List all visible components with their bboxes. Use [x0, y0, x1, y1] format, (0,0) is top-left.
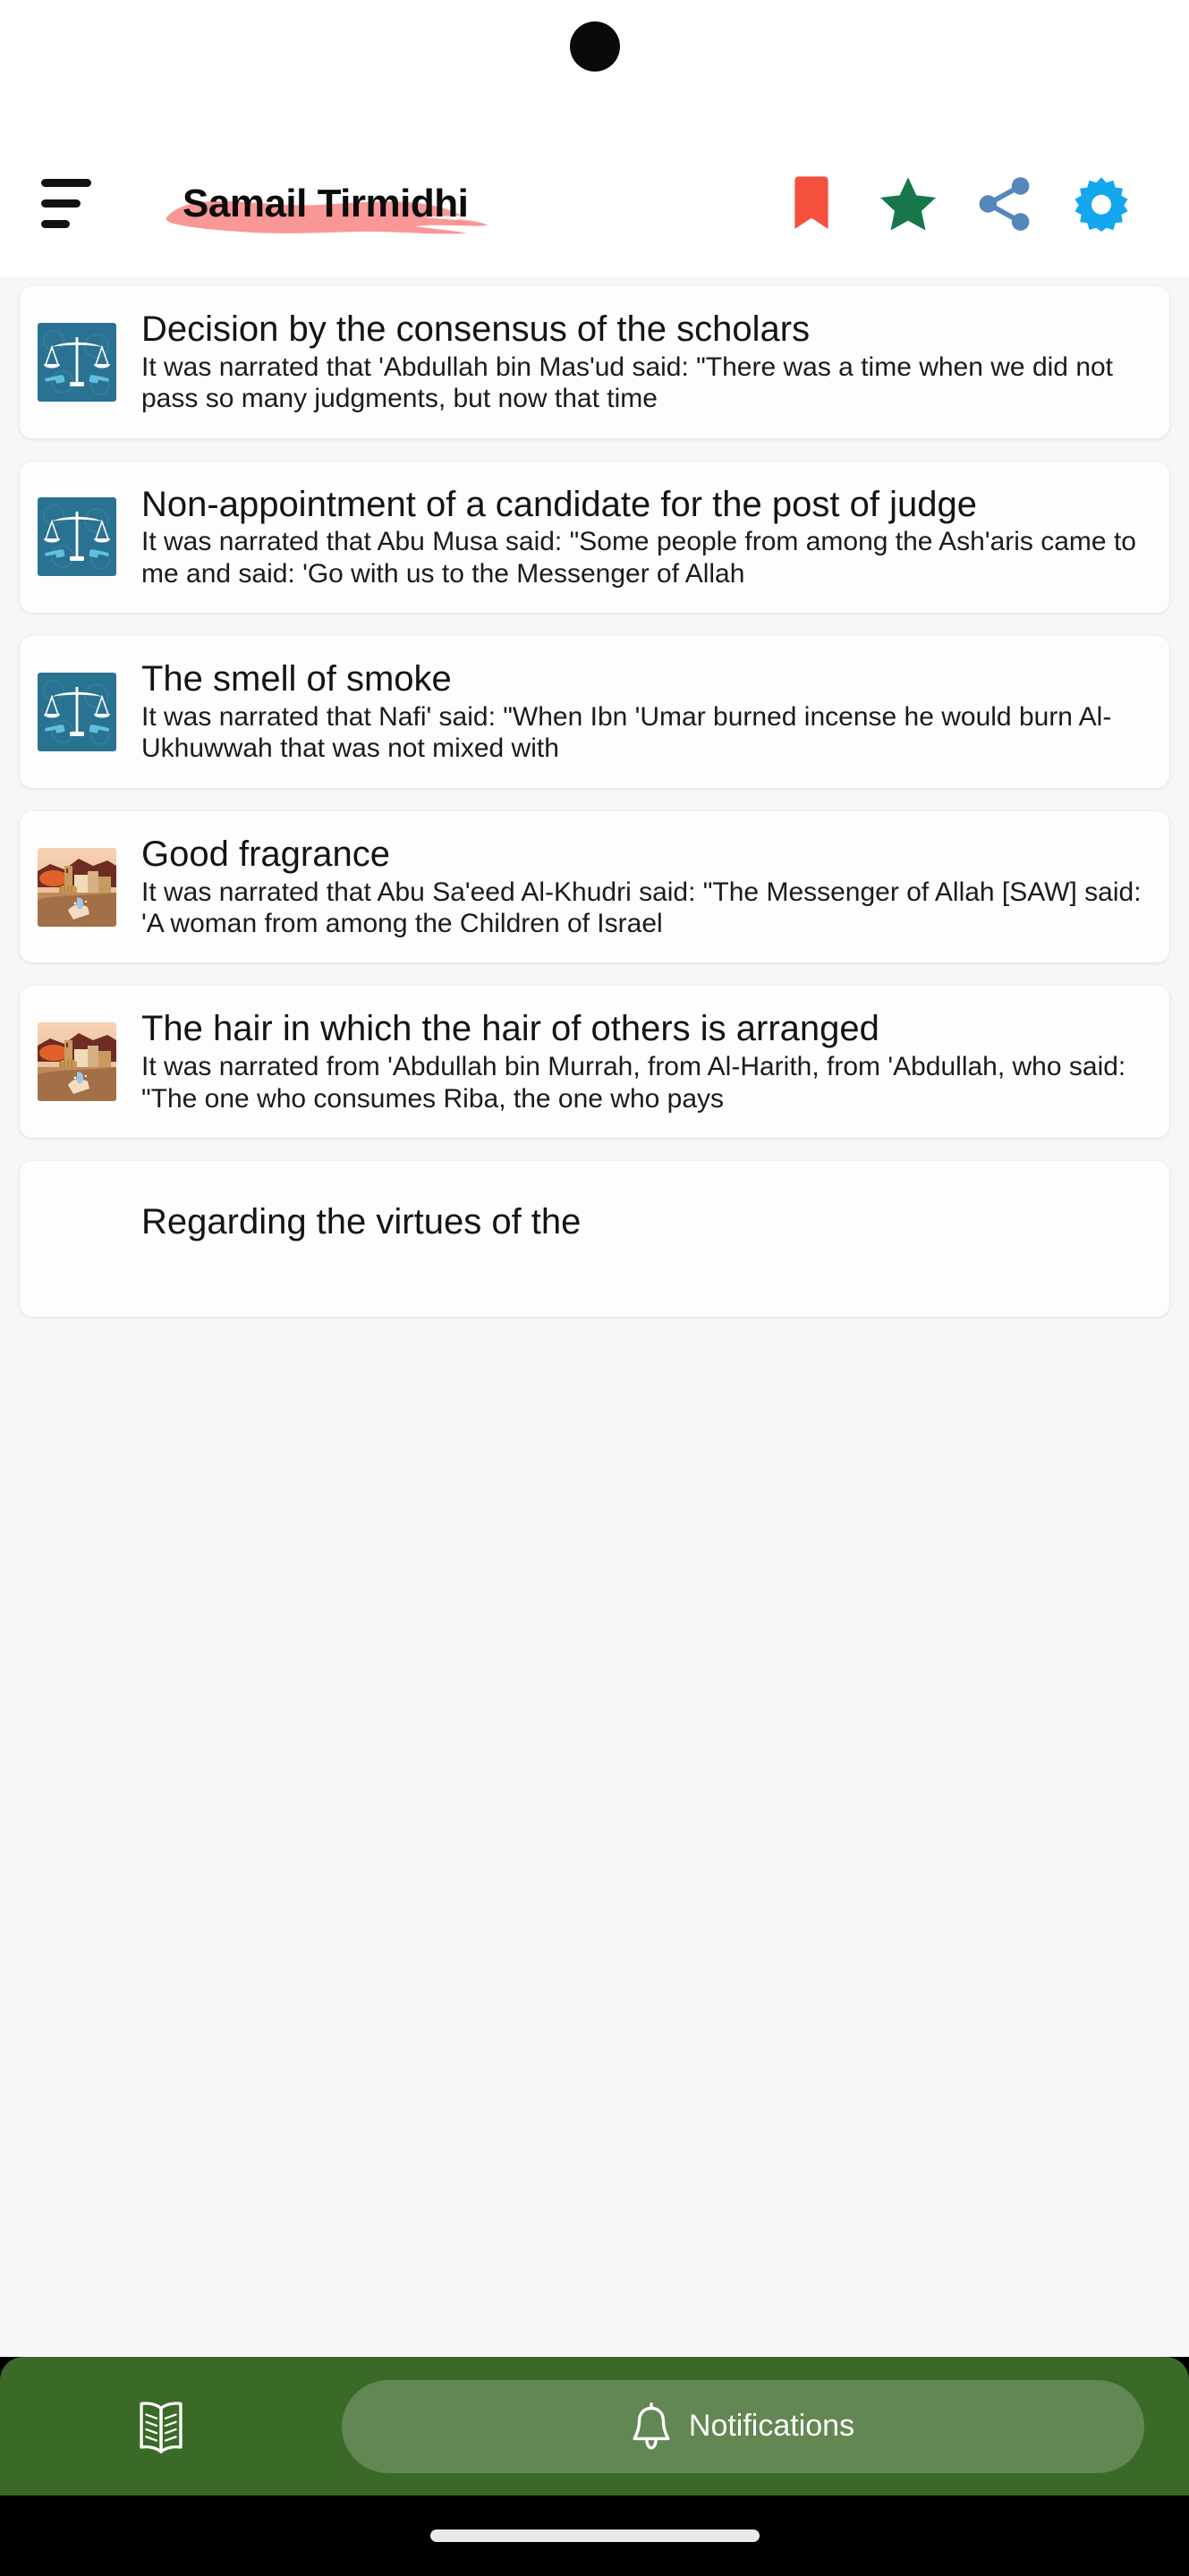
share-icon[interactable]	[956, 156, 1053, 252]
gear-icon[interactable]	[1053, 156, 1150, 252]
list-item-text: The hair in which the hair of others is …	[141, 1009, 1144, 1114]
bookmark-glyph	[794, 175, 828, 229]
list-item-description: It was narrated that Nafi' said: "When I…	[141, 701, 1112, 764]
list-item[interactable]: The hair in which the hair of others is …	[20, 986, 1169, 1138]
list-item-text: Regarding the virtues of the	[141, 1202, 1144, 1244]
list-item-title: Good fragrance	[141, 834, 390, 874]
notifications-tab[interactable]: Notifications	[342, 2379, 1144, 2473]
open-book-glyph	[140, 2401, 183, 2453]
bottom-navigation-bar: Notifications	[0, 2357, 1189, 2496]
home-indicator[interactable]	[429, 2529, 760, 2542]
app-title: Samail Tirmidhi	[183, 181, 469, 225]
camera-punch-hole-icon	[569, 21, 620, 72]
list-item[interactable]: Good fragrance It was narrated that Abu …	[20, 810, 1169, 963]
star-icon[interactable]	[860, 156, 956, 252]
notifications-tab-label: Notifications	[688, 2409, 855, 2443]
app-bar: Samail Tirmidhi	[0, 130, 1189, 277]
list-item-text: The smell of smoke It was narrated that …	[141, 659, 1144, 765]
app-bar-actions	[763, 156, 1150, 252]
desert-city-icon	[38, 847, 116, 927]
scales-of-justice-glyph	[38, 672, 116, 751]
scales-of-justice-icon	[38, 497, 116, 577]
list-item-description: It was narrated from 'Abdullah bin Murra…	[141, 1052, 1126, 1114]
home-gesture-bar[interactable]	[0, 2496, 1189, 2576]
list-item[interactable]: Regarding the virtues of the	[20, 1160, 1169, 1317]
phone-screen: Samail Tirmidhi Decision by the consensu…	[0, 0, 1189, 2576]
scales-of-justice-icon	[38, 322, 116, 402]
list-item-thumbnail-placeholder	[38, 1184, 116, 1263]
hamburger-menu-icon[interactable]	[41, 171, 107, 237]
desert-city-glyph	[38, 847, 116, 927]
list-item[interactable]: The smell of smoke It was narrated that …	[20, 636, 1169, 788]
list-item-title: The hair in which the hair of others is …	[141, 1009, 879, 1049]
scales-of-justice-glyph	[38, 497, 116, 577]
list-item[interactable]: Non-appointment of a candidate for the p…	[20, 461, 1169, 614]
list-item-description: It was narrated that Abu Musa said: "Som…	[141, 527, 1136, 589]
status-bar	[0, 0, 1189, 130]
share-glyph	[979, 176, 1030, 231]
list-item-description: It was narrated that 'Abdullah bin Mas'u…	[141, 352, 1114, 414]
list-item[interactable]: Decision by the consensus of the scholar…	[20, 286, 1169, 438]
scales-of-justice-icon	[38, 672, 116, 751]
hadith-chapter-list[interactable]: Decision by the consensus of the scholar…	[0, 277, 1189, 2357]
list-item-text: Non-appointment of a candidate for the p…	[141, 485, 1144, 590]
bell-icon	[633, 2402, 670, 2449]
bookmark-icon[interactable]	[763, 156, 860, 252]
star-glyph	[879, 176, 937, 231]
list-item-title: The smell of smoke	[141, 659, 452, 699]
list-item-title: Non-appointment of a candidate for the p…	[141, 484, 977, 524]
list-item-text: Decision by the consensus of the scholar…	[141, 309, 1144, 415]
open-book-icon[interactable]	[27, 2357, 295, 2496]
scales-of-justice-glyph	[38, 322, 116, 402]
gear-glyph	[1074, 176, 1128, 232]
app-title-container: Samail Tirmidhi	[107, 178, 763, 233]
list-item-text: Good fragrance It was narrated that Abu …	[141, 835, 1144, 940]
list-item-title: Regarding the virtues of the	[141, 1202, 582, 1242]
list-item-description: It was narrated that Abu Sa'eed Al-Khudr…	[141, 877, 1142, 938]
desert-city-glyph	[38, 1022, 116, 1102]
list-item-title: Decision by the consensus of the scholar…	[141, 309, 811, 349]
desert-city-icon	[38, 1022, 116, 1102]
